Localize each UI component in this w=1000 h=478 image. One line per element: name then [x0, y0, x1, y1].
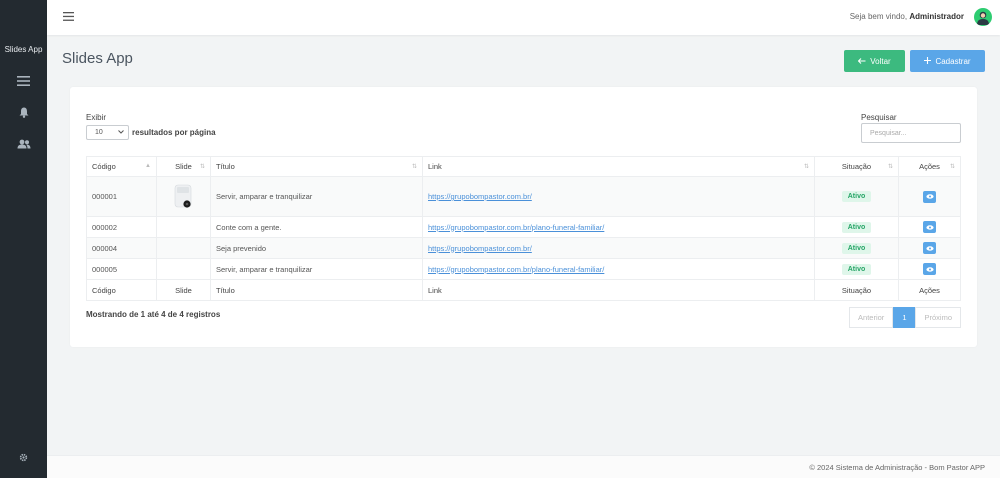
per-page-label: resultados por página — [132, 128, 216, 137]
col-footer-code: Código — [86, 279, 157, 301]
cell-status: Ativo — [814, 176, 899, 217]
view-button[interactable] — [923, 190, 936, 203]
status-badge: Ativo — [841, 263, 872, 275]
eye-icon — [925, 224, 934, 230]
search-input[interactable]: Pesquisar... — [861, 123, 961, 143]
slide-link[interactable]: https://grupobompastor.com.br/ — [428, 244, 532, 253]
cell-code: 000005 — [86, 258, 157, 280]
table-info: Mostrando de 1 até 4 de 4 registros — [86, 310, 221, 319]
pagination-next[interactable]: Próximo — [915, 307, 961, 328]
cell-slide — [156, 237, 211, 259]
cell-code: 000002 — [86, 216, 157, 238]
back-button[interactable]: Voltar — [844, 50, 905, 72]
register-button-label: Cadastrar — [935, 56, 971, 66]
menu-icon[interactable] — [0, 76, 47, 86]
sort-asc-icon: ▲ — [145, 163, 151, 169]
col-footer-title: Título — [210, 279, 423, 301]
cell-title: Servir, amparar e tranquilizar — [210, 258, 423, 280]
eye-icon — [925, 266, 934, 272]
avatar[interactable] — [974, 8, 992, 26]
col-footer-link: Link — [422, 279, 815, 301]
cell-title: Servir, amparar e tranquilizar — [210, 176, 423, 217]
col-header-status[interactable]: Situação ⇅ — [814, 156, 899, 177]
col-header-slide[interactable]: Slide ⇅ — [156, 156, 211, 177]
page-title: Slides App — [62, 50, 133, 67]
status-badge: Ativo — [841, 191, 872, 202]
eye-icon — [925, 245, 934, 251]
cell-status: Ativo — [814, 216, 899, 238]
eye-icon — [925, 194, 934, 199]
slide-link[interactable]: https://grupobompastor.com.br/ — [428, 192, 532, 201]
slide-link[interactable]: https://grupobompastor.com.br/plano-fune… — [428, 223, 604, 232]
cell-link: https://grupobompastor.com.br/plano-fune… — [422, 216, 815, 238]
top-navbar: Seja bem vindo, Administrador — [47, 0, 1000, 35]
cell-title: Seja prevenido — [210, 237, 423, 259]
cell-actions — [898, 176, 961, 217]
col-footer-slide: Slide — [156, 279, 211, 301]
pagination: Anterior 1 Próximo — [849, 307, 961, 328]
col-header-link[interactable]: Link ⇅ — [422, 156, 815, 177]
col-footer-status: Situação — [814, 279, 899, 301]
sort-icon: ⇅ — [199, 164, 205, 170]
view-button[interactable] — [923, 263, 936, 275]
welcome-prefix: Seja bem vindo, — [849, 12, 908, 21]
cell-status: Ativo — [814, 258, 899, 280]
page-size-value: 10 — [95, 129, 103, 136]
sort-icon: ⇅ — [411, 164, 417, 170]
footer-copyright: © 2024 Sistema de Administração - Bom Pa… — [809, 463, 985, 472]
users-icon[interactable] — [0, 139, 47, 149]
status-badge: Ativo — [841, 221, 872, 233]
bell-icon[interactable] — [0, 107, 47, 118]
table-row: 000001 Servir, amparar e tranquilizar ht… — [86, 176, 961, 217]
show-label: Exibir — [86, 113, 107, 122]
sidebar: Slides App — [0, 0, 47, 478]
view-button[interactable] — [923, 242, 936, 254]
status-badge: Ativo — [841, 242, 872, 254]
cell-actions — [898, 216, 961, 238]
slides-table: Código ▲ Slide ⇅ Título ⇅ Link ⇅ Situação ⇅ A… — [86, 156, 961, 301]
chevron-down-icon — [118, 129, 124, 136]
settings-gear-icon[interactable] — [0, 453, 47, 462]
cell-actions — [898, 237, 961, 259]
col-header-code[interactable]: Código ▲ — [86, 156, 157, 177]
cell-link: https://grupobompastor.com.br/plano-fune… — [422, 258, 815, 280]
cell-actions — [898, 258, 961, 280]
page-size-select[interactable]: 10 — [86, 125, 129, 140]
cell-status: Ativo — [814, 237, 899, 259]
col-header-title[interactable]: Título ⇅ — [210, 156, 423, 177]
hamburger-icon[interactable] — [63, 12, 74, 23]
pagination-page-1[interactable]: 1 — [893, 307, 916, 328]
cell-code: 000004 — [86, 237, 157, 259]
arrow-left-icon — [858, 57, 866, 66]
cell-link: https://grupobompastor.com.br/ — [422, 176, 815, 217]
slides-table-card: Exibir 10 resultados por página Pesquisa… — [70, 87, 977, 347]
search-label: Pesquisar — [861, 113, 897, 122]
col-footer-actions: Ações — [898, 279, 961, 301]
footer: © 2024 Sistema de Administração - Bom Pa… — [47, 455, 1000, 478]
sort-icon: ⇅ — [803, 164, 809, 170]
cell-title: Conte com a gente. — [210, 216, 423, 238]
cell-slide — [156, 258, 211, 280]
cell-slide — [156, 216, 211, 238]
sidebar-brand: Slides App — [4, 45, 43, 54]
sort-icon: ⇅ — [887, 164, 893, 170]
view-button[interactable] — [923, 221, 936, 233]
slide-thumbnail[interactable] — [171, 183, 197, 211]
user-name[interactable]: Administrador — [909, 12, 964, 21]
cell-code: 000001 — [86, 176, 157, 217]
welcome-text: Seja bem vindo, Administrador — [850, 12, 964, 21]
col-header-actions[interactable]: Ações ⇅ — [898, 156, 961, 177]
slide-link[interactable]: https://grupobompastor.com.br/plano-fune… — [428, 265, 604, 274]
register-button[interactable]: Cadastrar — [910, 50, 985, 72]
sort-icon: ⇅ — [949, 164, 955, 170]
table-row: 000004 Seja prevenido https://grupobompa… — [86, 237, 961, 259]
back-button-label: Voltar — [870, 56, 891, 66]
table-row: 000005 Servir, amparar e tranquilizar ht… — [86, 258, 961, 280]
cell-link: https://grupobompastor.com.br/ — [422, 237, 815, 259]
plus-icon — [924, 56, 932, 66]
cell-slide — [156, 176, 211, 217]
table-row: 000002 Conte com a gente. https://grupob… — [86, 216, 961, 238]
pagination-prev[interactable]: Anterior — [849, 307, 894, 328]
